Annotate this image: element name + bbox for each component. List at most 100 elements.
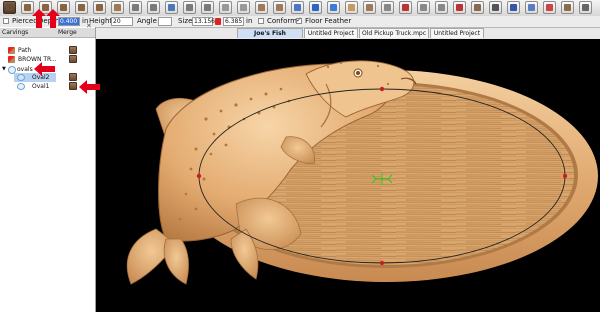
fish-tool-icon xyxy=(564,4,571,11)
main-toolbar xyxy=(0,0,600,17)
color-tool-button[interactable] xyxy=(291,1,304,14)
handle-top[interactable] xyxy=(379,86,385,92)
zoom-tool-icon xyxy=(132,4,139,11)
carvings-header: Carvings Merge xyxy=(0,28,95,38)
carve-tool-button[interactable] xyxy=(111,1,124,14)
disclosure-triangle-icon[interactable]: ▼ xyxy=(2,65,6,74)
angle-label: Angle xyxy=(137,17,157,25)
carvings-label: Carvings xyxy=(2,29,29,36)
carve-tool-button[interactable] xyxy=(93,1,106,14)
size-label: Size xyxy=(178,17,193,25)
merge-icon[interactable] xyxy=(69,55,77,63)
sphere-tool-icon xyxy=(312,4,319,11)
sweep-tool-button[interactable] xyxy=(183,1,196,14)
select-tool-button[interactable] xyxy=(3,1,16,14)
size-height-field[interactable]: 6.385 xyxy=(223,17,244,26)
tree-item-oval1[interactable]: Oval1 xyxy=(14,82,56,91)
pierced-checkbox[interactable] xyxy=(3,18,9,24)
carve-tool-button[interactable] xyxy=(75,1,88,14)
pen-tool-icon xyxy=(492,4,499,11)
sharpen-tool-button[interactable] xyxy=(435,1,448,14)
merge-icon[interactable] xyxy=(69,82,77,90)
lathe-tool-icon xyxy=(204,4,211,11)
relief-tool-button[interactable] xyxy=(255,1,268,14)
mirror-tool-button[interactable] xyxy=(147,1,160,14)
emboss-tool-icon xyxy=(222,4,229,11)
mirror-tool-icon xyxy=(150,4,157,11)
cut-tool-icon xyxy=(546,4,553,11)
texture-tool-button[interactable] xyxy=(345,1,358,14)
wave-tool-icon xyxy=(330,4,337,11)
bezier-tool-icon xyxy=(510,4,517,11)
scissors-tool-icon xyxy=(582,4,589,11)
node-tool-button[interactable] xyxy=(399,1,412,14)
wave-tool-button[interactable] xyxy=(327,1,340,14)
tab-untitled-project-1[interactable]: Untitled Project xyxy=(304,28,358,38)
handle-right[interactable] xyxy=(562,173,568,179)
handle-bottom[interactable] xyxy=(379,260,385,266)
annotation-arrow-left-merge xyxy=(79,80,100,94)
edit-tool-icon xyxy=(384,4,391,11)
tile-tool-icon xyxy=(240,4,247,11)
smooth-tool-icon xyxy=(276,4,283,11)
relief-tool-icon xyxy=(258,4,265,11)
bezier-tool-button[interactable] xyxy=(507,1,520,14)
annotation-arrow-left-ovals xyxy=(34,62,55,76)
shape-tool-button[interactable] xyxy=(453,1,466,14)
carve-tool-icon xyxy=(114,4,121,11)
tile-tool-button[interactable] xyxy=(237,1,250,14)
fish-tool-button[interactable] xyxy=(561,1,574,14)
size-unit: in xyxy=(246,17,253,25)
floor-feather-label: Floor Feather xyxy=(305,17,352,25)
star-tool-button[interactable] xyxy=(417,1,430,14)
tree-item-label: Oval1 xyxy=(32,83,50,90)
edit-tool-button[interactable] xyxy=(381,1,394,14)
carving-view xyxy=(126,60,598,285)
transform-tool-button[interactable] xyxy=(165,1,178,14)
design-canvas[interactable] xyxy=(96,39,600,312)
height-field[interactable]: 20 xyxy=(111,17,133,26)
floor-feather-checkbox[interactable] xyxy=(296,16,302,24)
tab-joes-fish-camp[interactable]: Joe's Fish Camp.mpc xyxy=(237,28,303,47)
paint-tool-icon xyxy=(528,4,535,11)
conform-checkbox[interactable] xyxy=(258,18,264,24)
sweep-tool-icon xyxy=(186,4,193,11)
scissors-tool-button[interactable] xyxy=(579,1,592,14)
tab-untitled-project-2[interactable]: Untitled Project xyxy=(430,28,484,38)
sphere-tool-button[interactable] xyxy=(309,1,322,14)
merge-icon[interactable] xyxy=(69,73,77,81)
merge-label: Merge xyxy=(58,29,77,36)
smooth-tool-button[interactable] xyxy=(273,1,286,14)
tree-item-path[interactable]: Path xyxy=(8,46,53,55)
select-tool-icon xyxy=(6,4,13,11)
carve-tool-icon xyxy=(78,4,85,11)
paint-tool-button[interactable] xyxy=(525,1,538,14)
tab-old-pickup-truck[interactable]: Old Pickup Truck.mpc xyxy=(359,28,429,38)
oval-shape-icon xyxy=(17,83,25,90)
carve-tool-icon xyxy=(96,4,103,11)
blend-tool-button[interactable] xyxy=(363,1,376,14)
blend-tool-icon xyxy=(366,4,373,11)
emboss-tool-button[interactable] xyxy=(219,1,232,14)
pen-tool-button[interactable] xyxy=(489,1,502,14)
color-icon xyxy=(8,56,15,63)
merge-icon[interactable] xyxy=(69,46,77,54)
lathe-tool-button[interactable] xyxy=(201,1,214,14)
sharpen-tool-icon xyxy=(438,4,445,11)
tree-item-label: Path xyxy=(18,47,32,54)
angle-field[interactable] xyxy=(158,17,172,26)
transform-tool-icon xyxy=(168,4,175,11)
wood-tool-button[interactable] xyxy=(471,1,484,14)
shape-tool-icon xyxy=(456,4,463,11)
color-icon xyxy=(8,47,15,54)
handle-left[interactable] xyxy=(196,173,202,179)
zoom-tool-button[interactable] xyxy=(129,1,142,14)
size-width-field[interactable]: 13.156 xyxy=(192,17,215,26)
oval-shape-icon xyxy=(17,74,25,81)
conform-label: Conform xyxy=(267,17,297,25)
lock-ratio-icon[interactable] xyxy=(215,18,221,25)
node-tool-icon xyxy=(402,4,409,11)
cut-tool-button[interactable] xyxy=(543,1,556,14)
wood-tool-icon xyxy=(474,4,481,11)
height-label: Height xyxy=(89,17,113,25)
